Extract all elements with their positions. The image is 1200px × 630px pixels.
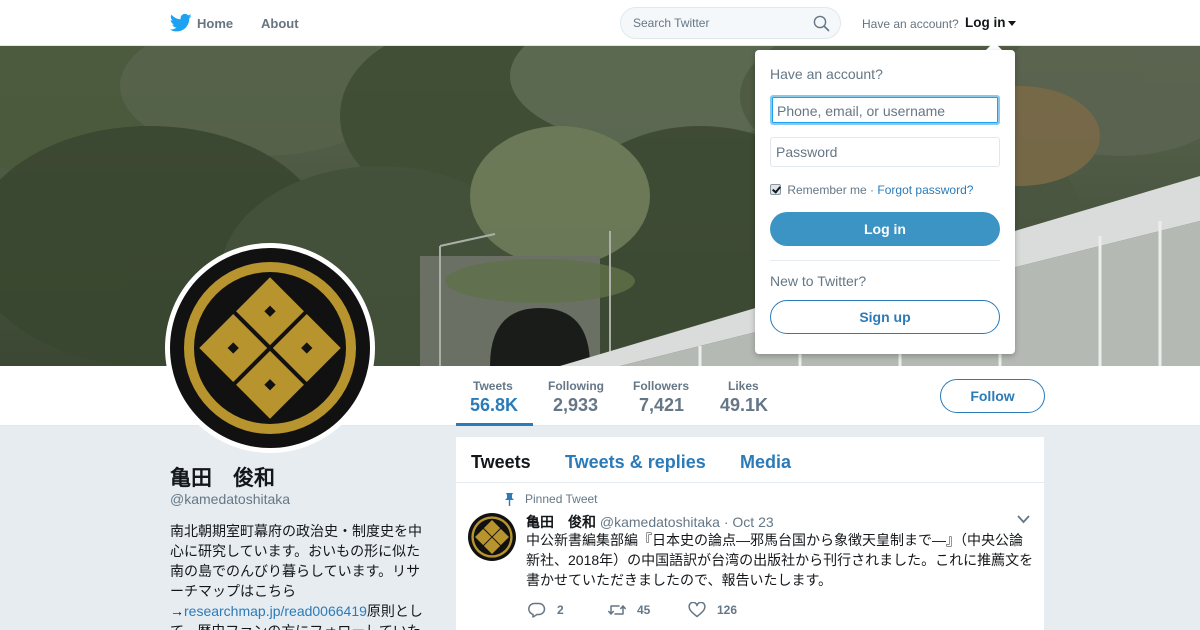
caret-down-icon[interactable] <box>1008 21 1016 26</box>
active-tab-underline <box>456 423 533 426</box>
have-account-text: Have an account? <box>862 17 959 31</box>
bio-link[interactable]: researchmap.jp/read0066419 <box>184 603 367 619</box>
pinned-tweet-label: Pinned Tweet <box>525 492 598 506</box>
tweet-text: 中公新書編集部編『日本史の論点―邪馬台国から象徴天皇制まで―』（中央公論新社、2… <box>526 532 1034 588</box>
profile-bio: 南北朝期室町幕府の政治史・制度史を中心に研究しています。おいもの形に似た南の島で… <box>170 521 430 630</box>
retweet-icon <box>608 605 626 615</box>
stat-label: Following <box>548 379 604 393</box>
search-placeholder: Search Twitter <box>633 16 710 30</box>
tab-media[interactable]: Media <box>740 452 791 473</box>
nav-home-link[interactable]: Home <box>197 16 233 31</box>
divider <box>770 260 1000 261</box>
follow-button[interactable]: Follow <box>940 379 1045 413</box>
search-icon[interactable] <box>813 15 830 32</box>
profile-avatar[interactable] <box>165 243 375 453</box>
password-field[interactable]: Password <box>770 137 1000 167</box>
twitter-bird-icon[interactable] <box>170 13 192 33</box>
search-input[interactable]: Search Twitter <box>620 7 841 39</box>
profile-handle[interactable]: @kamedatoshitaka <box>170 491 290 507</box>
username-field[interactable]: Phone, email, or username <box>770 95 1000 125</box>
tweet-date[interactable]: · Oct 23 <box>724 514 774 530</box>
tab-tweets-replies[interactable]: Tweets & replies <box>565 452 706 473</box>
chevron-down-icon[interactable] <box>1017 515 1030 524</box>
remember-me-label[interactable]: Remember me <box>787 183 866 197</box>
stat-value: 2,933 <box>553 395 599 415</box>
remember-me-checkbox[interactable] <box>770 184 781 195</box>
family-crest-icon <box>170 248 370 448</box>
login-dropdown: Have an account? Phone, email, or userna… <box>755 50 1015 354</box>
login-menu-link[interactable]: Log in <box>965 15 1006 30</box>
timeline: Tweets Tweets & replies Media Pinned Twe… <box>456 437 1044 630</box>
new-to-twitter-text: New to Twitter? <box>770 273 867 289</box>
tweet-author-handle[interactable]: @kamedatoshitaka <box>600 514 720 530</box>
top-nav: Home About Search Twitter Have an accoun… <box>0 0 1200 46</box>
stat-label: Followers <box>633 379 690 393</box>
pin-icon <box>505 493 514 506</box>
timeline-tabs: Tweets Tweets & replies Media <box>456 437 1044 483</box>
heart-icon <box>688 602 706 618</box>
profile-name: 亀田 俊和 <box>170 467 275 490</box>
dropdown-title: Have an account? <box>770 66 883 82</box>
reply-count: 2 <box>557 603 564 617</box>
stat-label: Tweets <box>473 379 513 393</box>
retweet-count: 45 <box>637 603 651 617</box>
forgot-password-link[interactable]: Forgot password? <box>877 183 973 197</box>
login-button[interactable]: Log in <box>770 212 1000 246</box>
tweet-author-name[interactable]: 亀田 俊和 <box>526 514 596 530</box>
stat-value: 56.8K <box>470 395 519 415</box>
remember-me-row: Remember me · Forgot password? <box>770 183 973 197</box>
stat-label: Likes <box>728 379 759 393</box>
stat-value: 7,421 <box>639 395 685 415</box>
tab-tweets[interactable]: Tweets <box>471 452 531 473</box>
tweet-header: 亀田 俊和 @kamedatoshitaka · Oct 23 <box>526 512 774 532</box>
nav-about-link[interactable]: About <box>261 16 299 31</box>
stat-value: 49.1K <box>720 395 769 415</box>
reply-icon <box>528 602 546 618</box>
tweet-avatar[interactable] <box>468 513 516 561</box>
separator: · <box>870 183 875 197</box>
signup-button[interactable]: Sign up <box>770 300 1000 334</box>
like-count: 126 <box>717 603 738 617</box>
